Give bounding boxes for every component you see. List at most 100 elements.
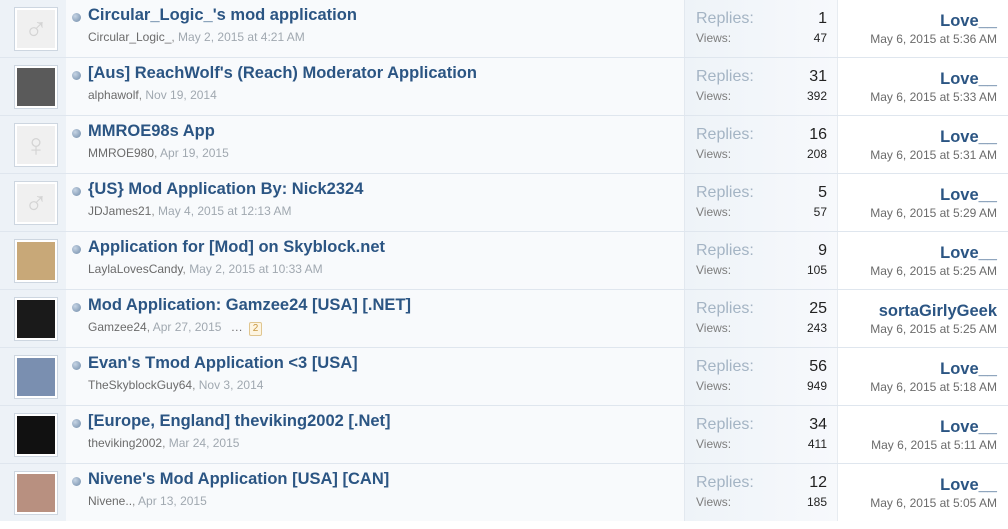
thread-row: Mod Application: Gamzee24 [USA] [.NET] G… — [0, 290, 1008, 348]
thread-title[interactable]: Circular_Logic_'s mod application — [88, 6, 357, 25]
views-count: 47 — [813, 31, 827, 45]
last-post-user[interactable]: Love__ — [940, 128, 997, 147]
replies-label: Replies: — [696, 10, 754, 27]
last-post: Love__ May 6, 2015 at 5:36 AM — [837, 0, 1008, 57]
read-marker-icon[interactable] — [72, 13, 81, 22]
last-post-date[interactable]: May 6, 2015 at 5:25 AM — [870, 264, 997, 278]
replies-count: 31 — [809, 68, 827, 85]
thread-row: ♂ Circular_Logic_'s mod application Circ… — [0, 0, 1008, 58]
page-link-2[interactable]: 2 — [248, 322, 263, 336]
thread-meta: TheSkyblockGuy64, Nov 3, 2014 — [88, 378, 263, 392]
thread-list: ♂ Circular_Logic_'s mod application Circ… — [0, 0, 1008, 522]
read-marker-icon[interactable] — [72, 419, 81, 428]
meta-separator: , — [162, 436, 169, 450]
thread-title[interactable]: MMROE98s App — [88, 122, 215, 141]
avatar-photo — [17, 416, 55, 454]
views-label: Views: — [696, 495, 732, 509]
avatar[interactable]: ♀ — [14, 123, 58, 167]
last-post-date[interactable]: May 6, 2015 at 5:05 AM — [870, 496, 997, 510]
last-post-date[interactable]: May 6, 2015 at 5:18 AM — [870, 380, 997, 394]
avatar[interactable] — [14, 471, 58, 515]
last-post-user[interactable]: Love__ — [940, 12, 997, 31]
last-post-date[interactable]: May 6, 2015 at 5:31 AM — [870, 148, 997, 162]
thread-title[interactable]: Mod Application: Gamzee24 [USA] [.NET] — [88, 296, 411, 315]
last-post-date[interactable]: May 6, 2015 at 5:29 AM — [870, 206, 997, 220]
last-post: Love__ May 6, 2015 at 5:25 AM — [837, 232, 1008, 289]
read-marker-icon[interactable] — [72, 129, 81, 138]
thread-author[interactable]: MMROE980 — [88, 146, 154, 160]
thread-title[interactable]: {US} Mod Application By: Nick2324 — [88, 180, 363, 199]
thread-stats: Replies: 31 Views: 392 — [684, 58, 837, 115]
read-marker-icon[interactable] — [72, 71, 81, 80]
male-icon: ♂ — [17, 184, 55, 222]
thread-date[interactable]: May 2, 2015 at 10:33 AM — [189, 262, 322, 276]
thread-author[interactable]: alphawolf — [88, 88, 139, 102]
avatar[interactable]: ♂ — [14, 7, 58, 51]
last-post-date[interactable]: May 6, 2015 at 5:11 AM — [871, 438, 997, 452]
avatar[interactable] — [14, 239, 58, 283]
avatar-photo — [17, 358, 55, 396]
thread-meta: theviking2002, Mar 24, 2015 — [88, 436, 239, 450]
avatar[interactable] — [14, 413, 58, 457]
last-post-user[interactable]: Love__ — [940, 360, 997, 379]
last-post-user[interactable]: Love__ — [940, 70, 997, 89]
replies-count: 12 — [809, 474, 827, 491]
last-post-user[interactable]: Love__ — [940, 418, 997, 437]
read-marker-icon[interactable] — [72, 245, 81, 254]
replies-count: 1 — [818, 10, 827, 27]
last-post-user[interactable]: Love__ — [940, 186, 997, 205]
avatar-cell — [0, 58, 66, 115]
thread-author[interactable]: theviking2002 — [88, 436, 162, 450]
thread-date[interactable]: Nov 19, 2014 — [145, 88, 216, 102]
thread-main: {US} Mod Application By: Nick2324 JDJame… — [66, 174, 684, 231]
last-post: Love__ May 6, 2015 at 5:05 AM — [837, 464, 1008, 521]
last-post: Love__ May 6, 2015 at 5:18 AM — [837, 348, 1008, 405]
thread-date[interactable]: Apr 13, 2015 — [138, 494, 207, 508]
avatar[interactable] — [14, 297, 58, 341]
thread-main: [Aus] ReachWolf's (Reach) Moderator Appl… — [66, 58, 684, 115]
replies-label: Replies: — [696, 184, 754, 201]
views-count: 105 — [806, 263, 827, 277]
replies-count: 9 — [818, 242, 827, 259]
thread-main: Mod Application: Gamzee24 [USA] [.NET] G… — [66, 290, 684, 347]
thread-title[interactable]: Evan's Tmod Application <3 [USA] — [88, 354, 358, 373]
last-post-user[interactable]: sortaGirlyGeek — [879, 302, 997, 321]
read-marker-icon[interactable] — [72, 477, 81, 486]
thread-author[interactable]: JDJames21 — [88, 204, 151, 218]
thread-stats: Replies: 25 Views: 243 — [684, 290, 837, 347]
thread-author[interactable]: Circular_Logic_ — [88, 30, 171, 44]
thread-title[interactable]: Nivene's Mod Application [USA] [CAN] — [88, 470, 389, 489]
thread-date[interactable]: May 2, 2015 at 4:21 AM — [178, 30, 305, 44]
views-count: 243 — [806, 321, 827, 335]
thread-stats: Replies: 5 Views: 57 — [684, 174, 837, 231]
thread-title[interactable]: Application for [Mod] on Skyblock.net — [88, 238, 385, 257]
thread-meta: LaylaLovesCandy, May 2, 2015 at 10:33 AM — [88, 262, 323, 276]
thread-author[interactable]: Gamzee24 — [88, 320, 147, 334]
thread-title[interactable]: [Europe, England] theviking2002 [.Net] — [88, 412, 391, 431]
last-post-user[interactable]: Love__ — [940, 244, 997, 263]
read-marker-icon[interactable] — [72, 187, 81, 196]
read-marker-icon[interactable] — [72, 361, 81, 370]
replies-count: 16 — [809, 126, 827, 143]
last-post-user[interactable]: Love__ — [940, 476, 997, 495]
avatar[interactable] — [14, 65, 58, 109]
avatar[interactable]: ♂ — [14, 181, 58, 225]
read-marker-icon[interactable] — [72, 303, 81, 312]
thread-date[interactable]: Nov 3, 2014 — [199, 378, 264, 392]
last-post-date[interactable]: May 6, 2015 at 5:33 AM — [870, 90, 997, 104]
last-post-date[interactable]: May 6, 2015 at 5:36 AM — [870, 32, 997, 46]
thread-title[interactable]: [Aus] ReachWolf's (Reach) Moderator Appl… — [88, 64, 477, 83]
thread-date[interactable]: Apr 19, 2015 — [160, 146, 229, 160]
thread-author[interactable]: LaylaLovesCandy — [88, 262, 183, 276]
thread-date[interactable]: Mar 24, 2015 — [169, 436, 240, 450]
thread-author[interactable]: Nivene.. — [88, 494, 132, 508]
thread-row: ♀ MMROE98s App MMROE980, Apr 19, 2015 Re… — [0, 116, 1008, 174]
avatar[interactable] — [14, 355, 58, 399]
thread-main: Circular_Logic_'s mod application Circul… — [66, 0, 684, 57]
last-post-date[interactable]: May 6, 2015 at 5:25 AM — [870, 322, 997, 336]
thread-main: Evan's Tmod Application <3 [USA] TheSkyb… — [66, 348, 684, 405]
thread-author[interactable]: TheSkyblockGuy64 — [88, 378, 192, 392]
thread-stats: Replies: 56 Views: 949 — [684, 348, 837, 405]
thread-date[interactable]: May 4, 2015 at 12:13 AM — [158, 204, 291, 218]
thread-date[interactable]: Apr 27, 2015 — [153, 320, 222, 334]
